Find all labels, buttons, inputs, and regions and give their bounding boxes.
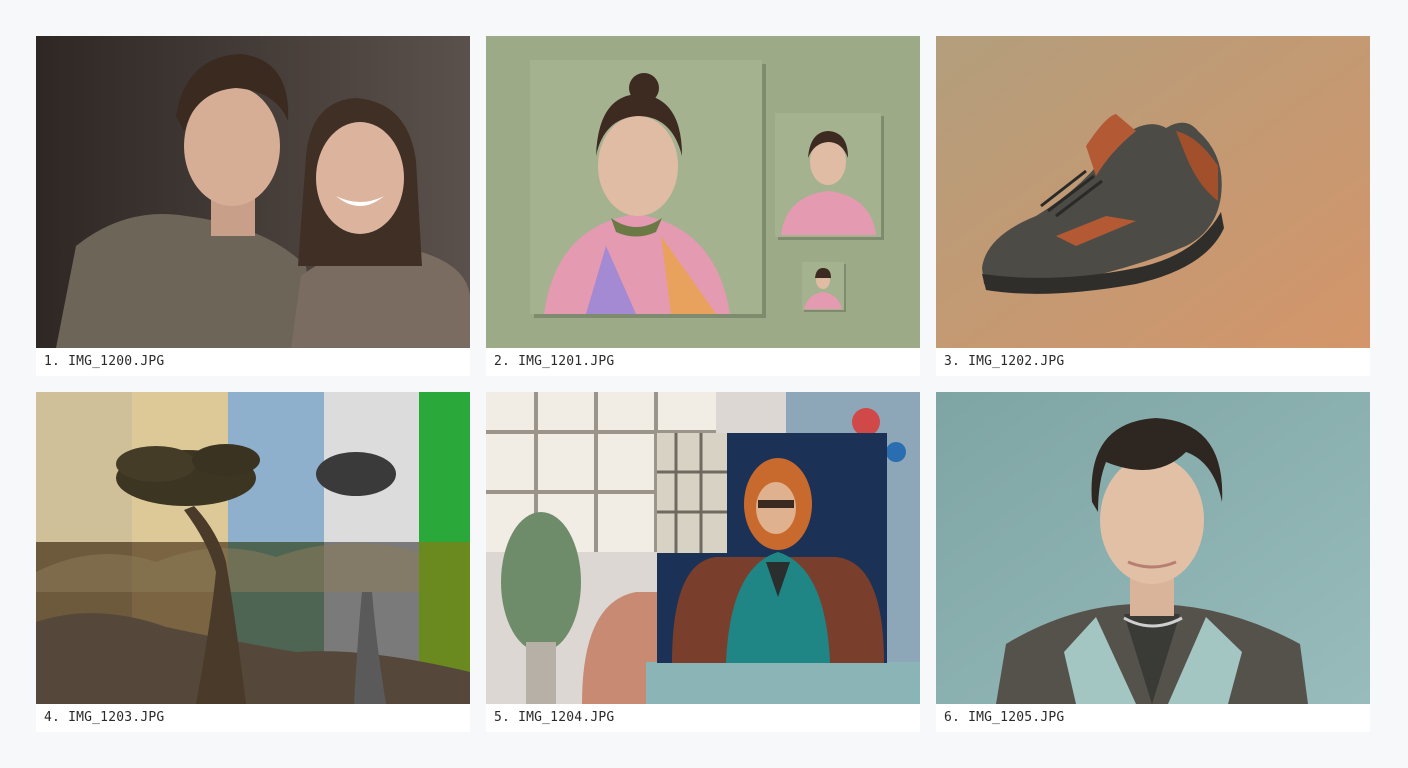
thumbnail-caption: 4. IMG_1203.JPG [44,710,165,725]
thumbnail-woman-in-armchair-collage[interactable] [486,392,920,704]
thumbnail-caption: 5. IMG_1204.JPG [494,710,615,725]
gallery-card-1[interactable]: 1. IMG_1200.JPG [36,36,470,376]
thumbnail-sneaker-product[interactable] [936,36,1370,348]
thumbnail-man-portrait[interactable] [936,392,1370,704]
thumbnail-tree-color-grading-strips[interactable] [36,392,470,704]
gallery-card-2[interactable]: 2. IMG_1201.JPG [486,36,920,376]
thumbnail-caption: 6. IMG_1205.JPG [944,710,1065,725]
image-gallery-grid: 1. IMG_1200.JPG 2. IMG_1201.JPG 3. IMG_1… [36,36,1370,732]
gallery-card-3[interactable]: 3. IMG_1202.JPG [936,36,1370,376]
gallery-card-4[interactable]: 4. IMG_1203.JPG [36,392,470,732]
thumbnail-two-people-portrait[interactable] [36,36,470,348]
thumbnail-nested-portrait-frames[interactable] [486,36,920,348]
thumbnail-caption: 3. IMG_1202.JPG [944,354,1065,369]
gallery-card-5[interactable]: 5. IMG_1204.JPG [486,392,920,732]
thumbnail-caption: 1. IMG_1200.JPG [44,354,165,369]
thumbnail-caption: 2. IMG_1201.JPG [494,354,615,369]
gallery-card-6[interactable]: 6. IMG_1205.JPG [936,392,1370,732]
